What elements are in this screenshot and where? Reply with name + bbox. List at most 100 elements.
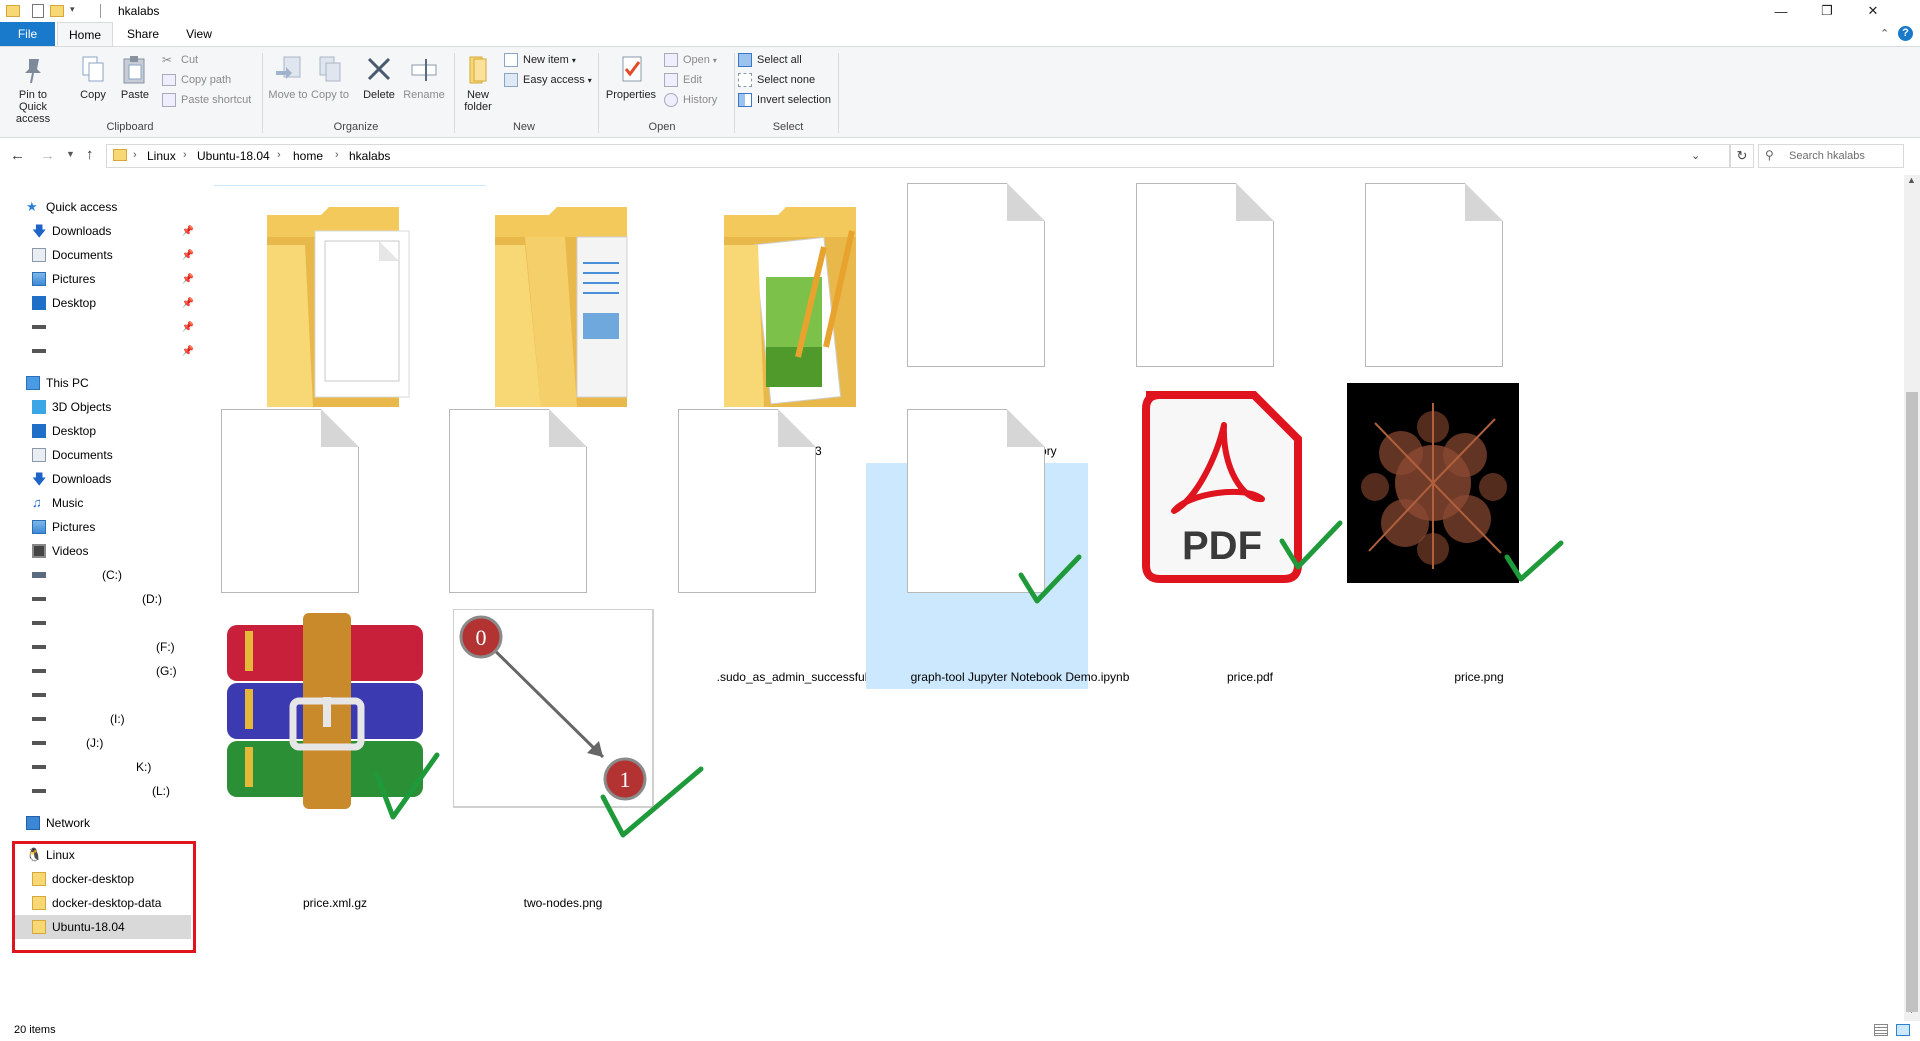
nav-qa-redacted-2[interactable]: 📌	[32, 339, 194, 363]
large-icons-view-icon[interactable]	[1896, 1024, 1910, 1036]
file-item[interactable]: price.png	[1343, 383, 1615, 699]
chevron-up-icon[interactable]: ⌃	[1880, 27, 1889, 40]
graph-image-thumbnail: 0 1	[453, 609, 704, 838]
breadcrumb-home[interactable]: home	[293, 149, 323, 163]
nav-drive-l[interactable]: (L:)	[32, 779, 170, 803]
copy-path-icon	[162, 74, 176, 86]
tab-home[interactable]: Home	[57, 22, 113, 46]
nav-desktop[interactable]: Desktop	[32, 419, 96, 443]
copy-to-button[interactable]: Copy to	[310, 53, 350, 101]
organize-group-label: Organize	[333, 121, 379, 133]
easy-access-icon	[504, 73, 518, 87]
paste-button[interactable]: Paste	[113, 53, 157, 101]
select-none-label: Select none	[757, 74, 816, 86]
nav-3d-objects[interactable]: 3D Objects	[32, 395, 111, 419]
forward-arrow-icon[interactable]: →	[40, 147, 55, 164]
nav-drive-i[interactable]: (I:)	[32, 707, 125, 731]
nav-qa-redacted-1[interactable]: 📌	[32, 315, 194, 339]
nav-drive-k[interactable]: K:)	[32, 755, 151, 779]
copy-button[interactable]: Copy	[68, 53, 118, 101]
new-item-button[interactable]: New item ▾	[504, 51, 576, 69]
properties-button[interactable]: Properties	[602, 53, 660, 101]
paste-shortcut-button[interactable]: Paste shortcut	[162, 91, 251, 109]
maximize-icon[interactable]: ❐	[1804, 0, 1850, 22]
address-bar[interactable]: › Linux › Ubuntu-18.04 › home › hkalabs …	[106, 144, 1730, 168]
copy-path-button[interactable]: Copy path	[162, 71, 231, 89]
refresh-icon[interactable]: ↻	[1730, 144, 1754, 168]
nav-qa-pictures[interactable]: Pictures 📌	[32, 267, 194, 291]
new-folder-quick-icon[interactable]	[50, 5, 64, 17]
tab-view[interactable]: View	[174, 22, 224, 46]
nav-drive-d[interactable]: (D:)	[32, 587, 162, 611]
move-to-button[interactable]: Move to	[268, 53, 308, 101]
customize-toolbar-icon[interactable]: ▾	[70, 4, 75, 15]
easy-access-button[interactable]: Easy access ▾	[504, 71, 592, 89]
invert-selection-button[interactable]: Invert selection	[738, 91, 831, 109]
help-icon[interactable]: ?	[1898, 26, 1913, 41]
recent-locations-icon[interactable]: ▼	[66, 149, 75, 159]
rename-label: Rename	[403, 89, 445, 101]
new-folder-icon	[462, 53, 494, 85]
nav-qa-documents[interactable]: Documents 📌	[32, 243, 194, 267]
nav-docker-desktop[interactable]: docker-desktop	[32, 867, 134, 891]
nav-qa-downloads[interactable]: 🡇 Downloads 📌	[32, 219, 194, 243]
nav-ubuntu[interactable]: Ubuntu-18.04	[15, 915, 191, 939]
file-icon	[678, 409, 816, 593]
nav-drive-blank[interactable]	[32, 611, 52, 635]
nav-drive-f[interactable]: (F:)	[32, 635, 175, 659]
nav-network[interactable]: Network	[26, 811, 90, 835]
breadcrumb-hkalabs[interactable]: hkalabs	[349, 149, 390, 163]
scrollbar-thumb[interactable]	[1906, 392, 1918, 1012]
history-button[interactable]: History	[664, 91, 717, 109]
nav-quick-access[interactable]: ★ Quick access	[26, 195, 117, 219]
nav-qa-desktop[interactable]: Desktop 📌	[32, 291, 194, 315]
delete-button[interactable]: Delete	[356, 53, 402, 101]
edit-button[interactable]: Edit	[664, 71, 702, 89]
back-arrow-icon[interactable]: ←	[10, 147, 25, 164]
select-all-button[interactable]: Select all	[738, 51, 802, 69]
nav-music[interactable]: ♫ Music	[32, 491, 83, 515]
nav-linux[interactable]: 🐧 Linux	[26, 843, 75, 867]
tab-share[interactable]: Share	[117, 22, 169, 46]
up-arrow-icon[interactable]: ↑	[86, 146, 94, 163]
paste-shortcut-icon	[162, 93, 176, 107]
nav-label: Linux	[46, 848, 75, 862]
new-folder-button[interactable]: New folder	[456, 53, 500, 113]
rename-button[interactable]: Rename	[400, 53, 448, 101]
copy-to-label: Copy to	[311, 89, 349, 101]
move-to-label: Move to	[268, 89, 308, 101]
nav-docker-desktop-data[interactable]: docker-desktop-data	[32, 891, 161, 915]
nav-this-pc[interactable]: This PC	[26, 371, 89, 395]
nav-drive-c[interactable]: (C:)	[32, 563, 122, 587]
new-folder-label: New folder	[464, 89, 492, 113]
chevron-down-icon[interactable]: ⌄	[1691, 149, 1700, 162]
folder-icon	[495, 207, 628, 407]
breadcrumb-linux[interactable]: Linux	[147, 149, 176, 163]
nav-documents[interactable]: Documents	[32, 443, 113, 467]
scroll-up-icon[interactable]: ▲	[1907, 175, 1916, 185]
pin-quick-access-button[interactable]: Pin to Quick access	[6, 53, 60, 125]
drive-icon	[32, 572, 46, 578]
file-icon	[449, 409, 587, 593]
breadcrumb-ubuntu[interactable]: Ubuntu-18.04	[197, 149, 270, 163]
copy-icon	[77, 53, 109, 85]
nav-drive-g[interactable]: (G:)	[32, 659, 177, 683]
nav-drive-blank-2[interactable]	[32, 683, 52, 707]
close-icon[interactable]: ✕	[1850, 0, 1896, 22]
open-button[interactable]: Open ▾	[664, 51, 717, 69]
nav-drive-j[interactable]: (J:)	[32, 731, 103, 755]
pdf-text: PDF	[1182, 524, 1262, 568]
tab-file[interactable]: File	[0, 22, 55, 46]
pin-label: Pin to Quick access	[15, 89, 51, 125]
file-item[interactable]: 0 1 two-nodes.png	[427, 609, 704, 925]
minimize-icon[interactable]: —	[1758, 0, 1804, 22]
search-box[interactable]: ⚲ Search hkalabs	[1758, 144, 1904, 168]
cut-button[interactable]: ✂ Cut	[162, 51, 198, 69]
nav-videos[interactable]: Videos	[32, 539, 88, 563]
nav-downloads[interactable]: 🡇 Downloads	[32, 467, 111, 491]
nav-pictures[interactable]: Pictures	[32, 515, 95, 539]
select-none-button[interactable]: Select none	[738, 71, 815, 89]
search-icon: ⚲	[1765, 148, 1774, 162]
details-view-icon[interactable]	[1874, 1024, 1888, 1036]
properties-quick-icon[interactable]	[32, 4, 44, 18]
